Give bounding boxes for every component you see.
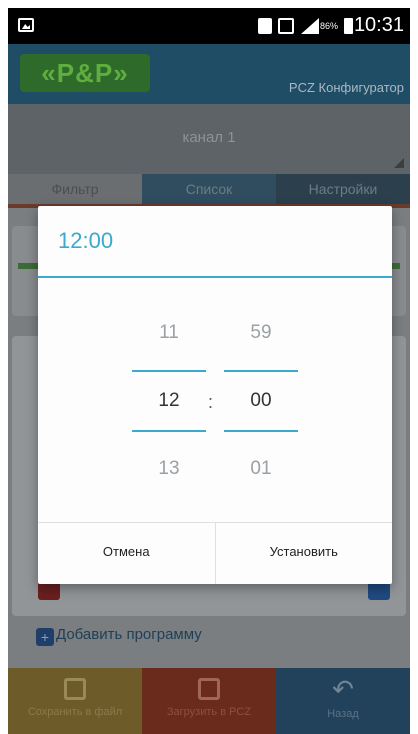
hour-divider-bottom (132, 430, 206, 432)
app-screen: 86% 10:31 «P&P» PCZ Конфигуратор канал 1… (8, 8, 410, 734)
sim-icon (258, 18, 272, 34)
phone-screen: 86% 10:31 «P&P» PCZ Конфигуратор канал 1… (0, 0, 418, 734)
signal-icon (301, 18, 319, 34)
image-notification-icon (278, 18, 294, 34)
upload-icon (198, 678, 220, 700)
set-button[interactable]: Установить (214, 523, 393, 584)
save-icon (64, 678, 86, 700)
time-separator: : (208, 392, 214, 412)
channel-label: канал 1 (182, 129, 236, 146)
hour-current[interactable]: 12 (132, 390, 206, 412)
minute-divider-bottom (224, 430, 298, 432)
add-program-label: Добавить программу (56, 626, 202, 643)
tab-bar: Фильтр Список Настройки (8, 174, 410, 204)
battery-percent: 86% (320, 21, 339, 31)
hour-divider-top (132, 370, 206, 372)
tab-settings[interactable]: Настройки (276, 174, 410, 204)
bottom-bar: Сохранить в файл Загрузить в PCZ ↶ Назад (8, 668, 410, 734)
back-arrow-icon: ↶ (332, 674, 354, 704)
status-time: 10:31 (353, 14, 404, 36)
back-label: Назад (327, 708, 359, 720)
upload-to-pcz-button[interactable]: Загрузить в PCZ (142, 668, 276, 734)
minute-next[interactable]: 01 (224, 458, 298, 480)
gallery-notification-icon (18, 18, 34, 32)
minute-prev[interactable]: 59 (224, 322, 298, 344)
minute-current[interactable]: 00 (224, 390, 298, 412)
app-header: «P&P» PCZ Конфигуратор (8, 44, 410, 104)
back-button[interactable]: ↶ Назад (276, 668, 410, 734)
dialog-time-title: 12:00 (58, 228, 114, 253)
dialog-buttons: Отмена Установить (38, 522, 392, 584)
tab-filter[interactable]: Фильтр (8, 174, 142, 204)
app-title: PCZ Конфигуратор (288, 80, 404, 95)
battery-icon (344, 18, 353, 34)
save-label: Сохранить в файл (27, 706, 123, 718)
time-picker-dialog: 12:00 11 12 13 : 59 00 01 Отмена Установ… (38, 206, 392, 584)
plus-icon: + (36, 628, 54, 646)
dropdown-corner-icon (394, 158, 404, 168)
add-program-button[interactable]: + Добавить программу (36, 626, 202, 646)
app-logo: «P&P» (20, 54, 150, 92)
upload-label: Загрузить в PCZ (166, 706, 252, 718)
cancel-button[interactable]: Отмена (38, 523, 215, 584)
channel-selector[interactable]: канал 1 (8, 104, 410, 174)
save-to-file-button[interactable]: Сохранить в файл (8, 668, 142, 734)
minute-divider-top (224, 370, 298, 372)
hour-next[interactable]: 13 (132, 458, 206, 480)
time-picker: 11 12 13 : 59 00 01 (38, 278, 392, 522)
tab-list[interactable]: Список (142, 174, 276, 204)
status-bar: 86% 10:31 (8, 8, 410, 44)
hour-prev[interactable]: 11 (132, 322, 206, 344)
